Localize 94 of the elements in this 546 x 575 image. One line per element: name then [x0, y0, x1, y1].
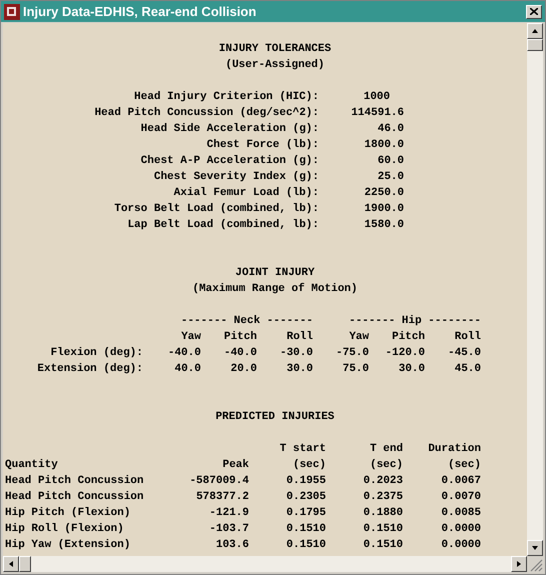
section-heading: PREDICTED INJURIES [214, 410, 336, 425]
scroll-thumb[interactable] [527, 39, 543, 51]
left-arrow-icon [8, 560, 14, 568]
field-value: 25.0 [376, 170, 404, 185]
table-cell-text: 20.0 [230, 362, 257, 377]
group-header: ------- Hip -------- [348, 314, 481, 329]
table-cell-text: 103.6 [214, 538, 249, 553]
table-cell-text: 0.0000 [440, 538, 481, 553]
section-subtitle: (User-Assigned) [224, 58, 326, 73]
table-cell-text: -30.0 [278, 346, 313, 361]
table-cell-text: 0.0085 [440, 506, 481, 521]
field-label: Torso Belt Load (combined, lb): [113, 202, 319, 217]
column-header: Yaw [180, 330, 201, 345]
field-value: 1000 [362, 90, 391, 105]
column-header: Pitch [390, 330, 425, 345]
column-header: Roll [454, 330, 481, 345]
table-cell-text: 0.1795 [285, 506, 326, 521]
scroll-left-button[interactable] [3, 556, 19, 572]
group-header: ------- Neck ------- [180, 314, 313, 329]
field-value: 114591.6 [350, 106, 404, 121]
section-heading: INJURY TOLERANCES [218, 42, 332, 57]
table-cell-text: 0.2023 [362, 474, 403, 489]
vertical-scrollbar[interactable] [527, 23, 543, 556]
field-value: 1580.0 [363, 218, 404, 233]
field-value: 60.0 [376, 154, 404, 169]
field-label: Chest A-P Acceleration (g): [140, 154, 319, 169]
close-button[interactable] [526, 4, 542, 18]
table-cell-text: Head Pitch Concussion [5, 474, 145, 489]
table-cell-text: 30.0 [398, 362, 425, 377]
column-header: (sec) [370, 458, 403, 473]
field-label: Axial Femur Load (lb): [172, 186, 319, 201]
horizontal-scrollbar[interactable] [3, 556, 527, 572]
row-label: Extension (deg): [36, 362, 144, 377]
table-cell-text: -45.0 [446, 346, 481, 361]
table-cell-text: 0.1955 [285, 474, 326, 489]
scroll-down-button[interactable] [527, 540, 543, 556]
column-header: (sec) [292, 458, 326, 473]
close-icon [530, 8, 538, 15]
up-arrow-icon [531, 28, 539, 34]
table-cell-text: 75.0 [342, 362, 369, 377]
column-header: Pitch [222, 330, 257, 345]
section-heading: JOINT INJURY [234, 266, 316, 281]
down-arrow-icon [531, 545, 539, 551]
table-cell-text: Head Pitch Concussion [5, 490, 145, 505]
field-label: Chest Severity Index (g): [152, 170, 319, 185]
table-cell-text: -40.0 [222, 346, 257, 361]
table-cell-text: 0.2375 [362, 490, 403, 505]
table-cell-text: 0.0067 [440, 474, 481, 489]
field-value: 1800.0 [363, 138, 404, 153]
table-cell-text: 0.1510 [285, 522, 326, 537]
table-cell-text: Hip Yaw (Extension) [5, 538, 132, 553]
field-value: 1900.0 [363, 202, 404, 217]
field-value: 46.0 [376, 122, 404, 137]
column-header: Peak [222, 458, 249, 473]
column-header: T end [370, 442, 403, 457]
table-cell-text: 0.1510 [362, 522, 403, 537]
table-cell-text: 0.2305 [285, 490, 326, 505]
table-cell-text: 40.0 [174, 362, 201, 377]
table-cell-text: Hip Roll (Flexion) [5, 522, 125, 537]
scroll-up-button[interactable] [527, 23, 543, 39]
field-label: Chest Force (lb): [206, 138, 319, 153]
table-cell-text: 0.0070 [440, 490, 481, 505]
scroll-right-button[interactable] [511, 556, 527, 572]
table-cell-text: 0.0000 [440, 522, 481, 537]
table-cell-text: 30.0 [286, 362, 313, 377]
window-title: Injury Data-EDHIS, Rear-end Collision [23, 2, 258, 21]
table-cell-text: -75.0 [334, 346, 369, 361]
field-label: Head Side Acceleration (g): [140, 122, 319, 137]
table-cell-text: -103.7 [208, 522, 249, 537]
column-header: Yaw [348, 330, 369, 345]
table-cell-text: -40.0 [166, 346, 201, 361]
column-header: Roll [286, 330, 313, 345]
table-cell-text: -121.9 [208, 506, 249, 521]
column-header: Quantity [5, 458, 58, 473]
table-cell-text: 45.0 [454, 362, 481, 377]
table-cell-text: -120.0 [384, 346, 425, 361]
table-cell-text: 578377.2 [195, 490, 249, 505]
field-label: Head Injury Criterion (HIC): [133, 90, 319, 105]
column-header: T start [280, 442, 326, 457]
table-cell-text: 0.1880 [362, 506, 403, 521]
right-arrow-icon [516, 560, 522, 568]
field-label: Lap Belt Load (combined, lb): [126, 218, 319, 233]
section-subtitle: (Maximum Range of Motion) [191, 282, 359, 297]
table-cell-text: 0.1510 [285, 538, 326, 553]
table-cell-text: -587009.4 [188, 474, 249, 489]
scroll-thumb[interactable] [19, 556, 31, 572]
column-header: (sec) [448, 458, 481, 473]
row-label: Flexion (deg): [50, 346, 144, 361]
app-icon [4, 4, 20, 20]
table-cell-text: Hip Pitch (Flexion) [5, 506, 132, 521]
field-label: Head Pitch Concussion (deg/sec^2): [94, 106, 319, 121]
field-value: 2250.0 [363, 186, 404, 201]
table-cell-text: 0.1510 [362, 538, 403, 553]
column-header: Duration [428, 442, 481, 457]
